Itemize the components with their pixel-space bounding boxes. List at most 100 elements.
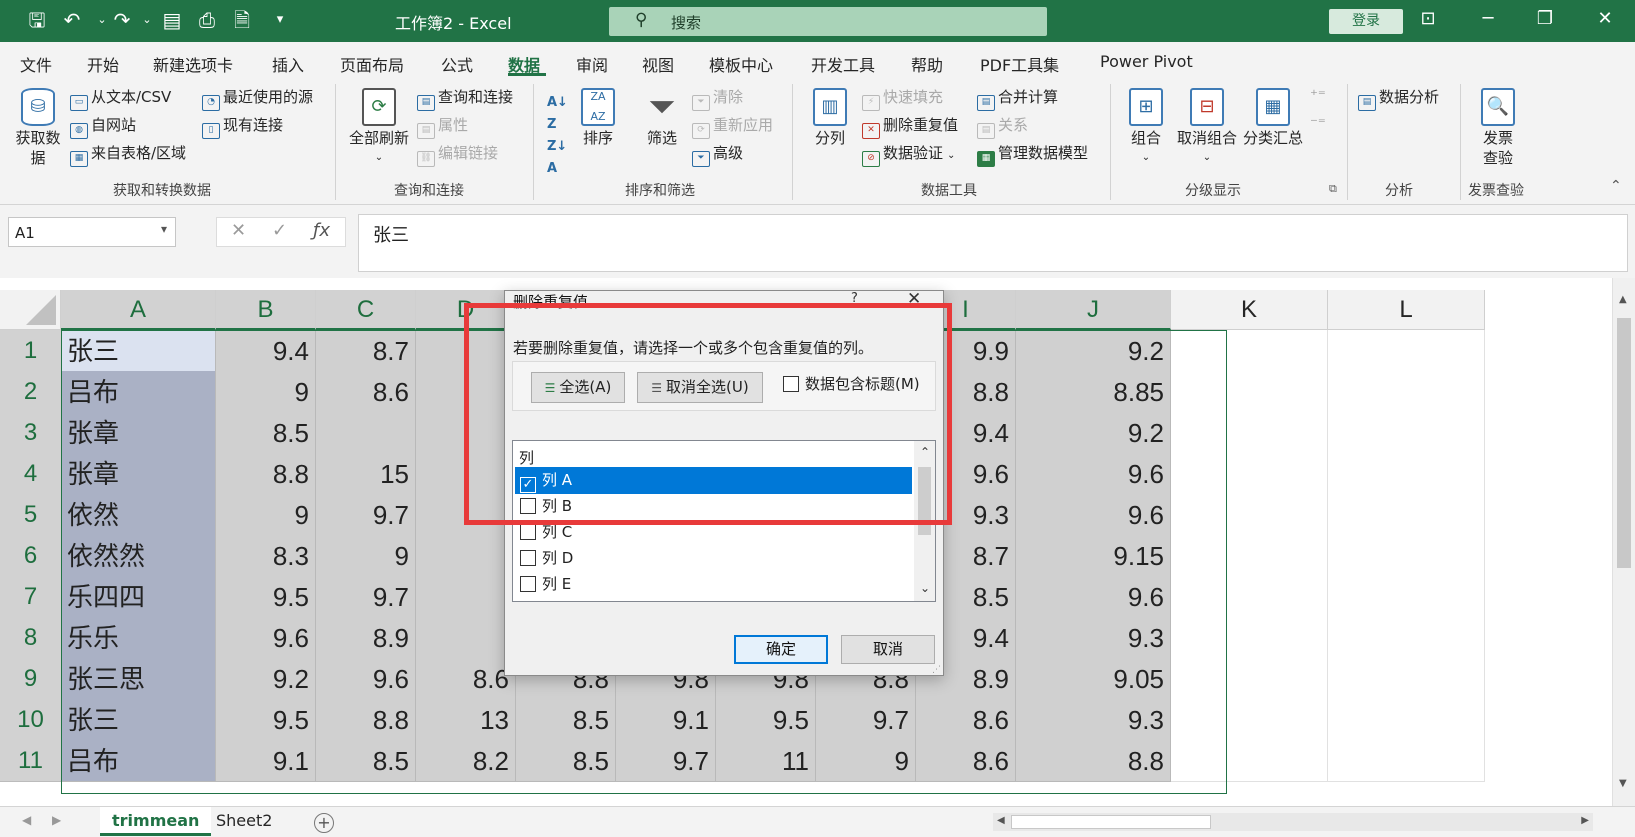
tab-view[interactable]: 视图 (642, 52, 674, 76)
cell-I10[interactable]: 8.6 (916, 699, 1016, 741)
scroll-thumb[interactable] (1617, 318, 1631, 568)
cell-L1[interactable] (1328, 330, 1485, 372)
checkbox-box[interactable] (520, 524, 536, 540)
checkbox-box[interactable] (520, 498, 536, 514)
cell-J11[interactable]: 8.8 (1016, 740, 1171, 782)
cell-K7[interactable] (1171, 576, 1328, 618)
cell-B1[interactable]: 9.4 (216, 330, 316, 372)
cell-J10[interactable]: 9.3 (1016, 699, 1171, 741)
cell-L3[interactable] (1328, 412, 1485, 454)
cell-B6[interactable]: 8.3 (216, 535, 316, 577)
column-option[interactable]: 列 E (515, 571, 912, 598)
cell-D1[interactable] (416, 330, 516, 372)
confirm-entry-icon[interactable]: ✓ (272, 220, 287, 241)
cell-D5[interactable] (416, 494, 516, 536)
cell-C4[interactable]: 15 (316, 453, 416, 495)
queries-connections-button[interactable]: ▤ 查询和连接 (417, 86, 513, 111)
collapse-ribbon-icon[interactable]: ⌃ (1610, 178, 1622, 194)
cell-L10[interactable] (1328, 699, 1485, 741)
column-option[interactable]: 列 C (515, 519, 912, 546)
cell-J3[interactable]: 9.2 (1016, 412, 1171, 454)
cell-B4[interactable]: 8.8 (216, 453, 316, 495)
save-icon[interactable]: 🖫 (25, 9, 49, 31)
relationships-button[interactable]: ▤ 关系 (977, 114, 1028, 139)
cell-C5[interactable]: 9.7 (316, 494, 416, 536)
consolidate-button[interactable]: ▤ 合并计算 (977, 86, 1058, 111)
cell-J5[interactable]: 9.6 (1016, 494, 1171, 536)
get-data-button[interactable]: ⛁ 获取数 据 (10, 88, 66, 168)
cell-C8[interactable]: 8.9 (316, 617, 416, 659)
sort-button[interactable]: ZA AZ 排序 (578, 88, 618, 148)
from-table-button[interactable]: ▦ 来自表格/区域 (70, 142, 186, 167)
cell-C1[interactable]: 8.7 (316, 330, 416, 372)
cell-B3[interactable]: 8.5 (216, 412, 316, 454)
scroll-left-icon[interactable]: ◀ (997, 815, 1005, 826)
from-text-button[interactable]: ▭ 从文本/CSV (70, 86, 171, 111)
cell-J9[interactable]: 9.05 (1016, 658, 1171, 700)
sort-descending-icon[interactable]: Z↓ A (547, 136, 567, 180)
filter-button[interactable]: ⏷ 筛选 (640, 88, 684, 148)
chevron-down-icon[interactable]: ▾ (161, 222, 167, 236)
cell-K9[interactable] (1171, 658, 1328, 700)
cell-D9[interactable]: 8.6 (416, 658, 516, 700)
select-all-corner[interactable] (0, 290, 61, 330)
scroll-up-icon[interactable]: ▲ (1619, 294, 1627, 305)
prev-sheet-icon[interactable]: ◀ (22, 813, 31, 827)
cell-D8[interactable] (416, 617, 516, 659)
cell-C10[interactable]: 8.8 (316, 699, 416, 741)
cell-K1[interactable] (1171, 330, 1328, 372)
cell-K11[interactable] (1171, 740, 1328, 782)
subtotal-button[interactable]: ▦ 分类汇总 (1240, 88, 1306, 148)
cell-A4[interactable]: 张章 (61, 453, 216, 495)
cell-K2[interactable] (1171, 371, 1328, 413)
help-icon[interactable]: ? (851, 291, 858, 306)
recent-sources-button[interactable]: ◔ 最近使用的源 (202, 86, 313, 111)
data-validation-button[interactable]: ⊘ 数据验证 ⌄ (862, 142, 955, 167)
cell-K6[interactable] (1171, 535, 1328, 577)
page-setup-icon[interactable]: 🗎 (230, 9, 254, 31)
tab-insert[interactable]: 插入 (272, 52, 304, 76)
advanced-button[interactable]: ⏷ 高级 (692, 142, 743, 167)
cell-A3[interactable]: 张章 (61, 412, 216, 454)
tab-home[interactable]: 开始 (87, 52, 119, 76)
minimize-icon[interactable]: ─ (1473, 8, 1503, 29)
select-all-button[interactable]: ☰ 全选(A) (531, 372, 625, 403)
redo-dropdown-icon[interactable]: ⌄ (135, 9, 159, 31)
remove-duplicates-button[interactable]: ✕ 删除重复值 (862, 114, 958, 139)
reapply-button[interactable]: ⟳ 重新应用 (692, 114, 773, 139)
column-option[interactable]: ✓ 列 A (515, 467, 912, 494)
cell-G10[interactable]: 9.5 (716, 699, 816, 741)
cell-J8[interactable]: 9.3 (1016, 617, 1171, 659)
cell-D3[interactable] (416, 412, 516, 454)
cell-B8[interactable]: 9.6 (216, 617, 316, 659)
cell-C11[interactable]: 8.5 (316, 740, 416, 782)
hscroll-thumb[interactable] (1011, 815, 1211, 829)
tab-formulas[interactable]: 公式 (441, 52, 473, 76)
form-icon[interactable]: ▤ (160, 9, 184, 31)
cell-A9[interactable]: 张三思 (61, 658, 216, 700)
flash-fill-button[interactable]: ⚡ 快速填充 (862, 86, 943, 111)
search-box[interactable]: ⚲ 搜索 (609, 7, 1047, 36)
cell-C6[interactable]: 9 (316, 535, 416, 577)
column-header-D[interactable]: D (416, 290, 516, 330)
row-header-11[interactable]: 11 (0, 740, 61, 782)
properties-button[interactable]: ▤ 属性 (417, 114, 468, 139)
chevron-down-icon[interactable]: ⌄ (920, 581, 930, 595)
horizontal-scrollbar[interactable]: ◀ ▶ (993, 813, 1593, 831)
cell-I11[interactable]: 8.6 (916, 740, 1016, 782)
cell-L5[interactable] (1328, 494, 1485, 536)
cell-A11[interactable]: 吕布 (61, 740, 216, 782)
ungroup-button[interactable]: ⊟ 取消组合 ⌄ (1174, 88, 1240, 168)
cell-C2[interactable]: 8.6 (316, 371, 416, 413)
cell-D7[interactable] (416, 576, 516, 618)
group-button[interactable]: ⊞ 组合 ⌄ (1122, 88, 1170, 168)
cell-F11[interactable]: 9.7 (616, 740, 716, 782)
from-web-button[interactable]: ◍ 自网站 (70, 114, 136, 139)
row-header-1[interactable]: 1 (0, 330, 61, 372)
has-header-checkbox[interactable]: 数据包含标题(M) (783, 373, 920, 394)
cell-B11[interactable]: 9.1 (216, 740, 316, 782)
cell-L9[interactable] (1328, 658, 1485, 700)
row-header-6[interactable]: 6 (0, 535, 61, 577)
cell-A2[interactable]: 吕布 (61, 371, 216, 413)
cell-C7[interactable]: 9.7 (316, 576, 416, 618)
